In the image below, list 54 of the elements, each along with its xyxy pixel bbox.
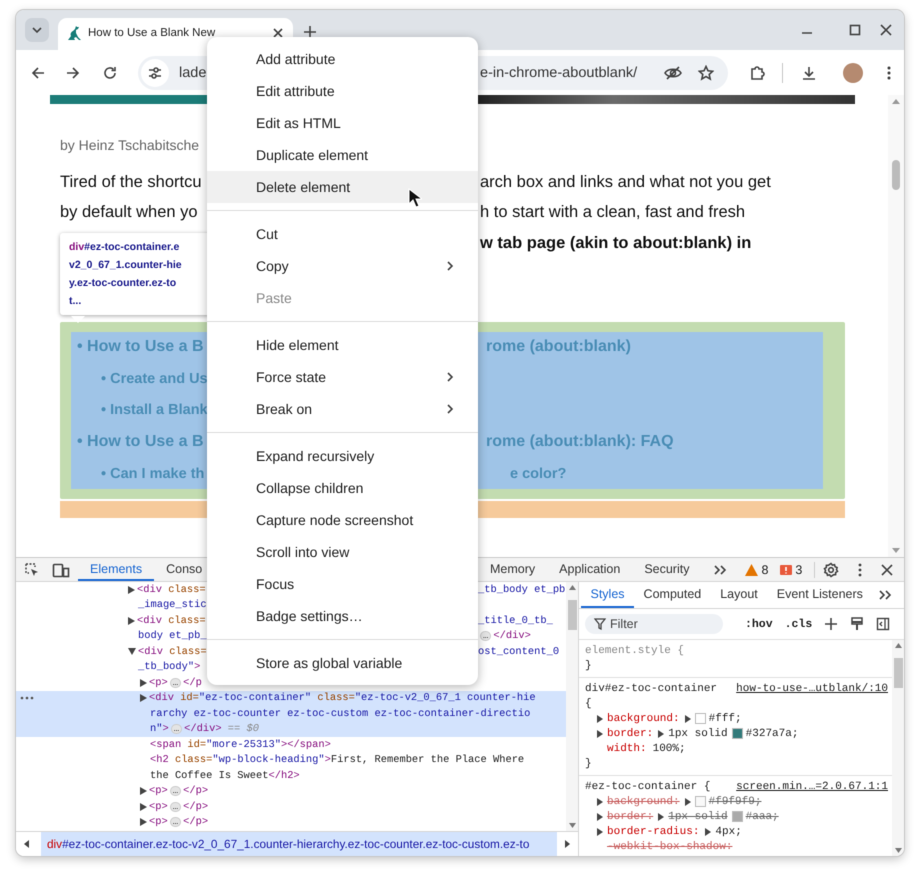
css-brace: } (585, 758, 592, 770)
css-property: background: (607, 712, 680, 724)
html-code: <p> (149, 800, 168, 813)
body-text: arch box and links and what not you get (480, 172, 771, 192)
css-value: 100%; (652, 742, 686, 754)
html-code: n"> (150, 723, 169, 736)
html-code: </div> (493, 630, 531, 642)
css-property: border: (607, 810, 654, 822)
html-code: <div class= (137, 614, 206, 627)
css-property: background: (607, 796, 680, 808)
body-text: h to start with a clean, fast and fresh (480, 203, 746, 222)
html-code: <p> (149, 785, 168, 798)
html-code: body et_pb_ (138, 630, 207, 642)
css-brace: { (585, 698, 592, 710)
html-code: </p> (183, 816, 208, 828)
html-code: </p (183, 676, 202, 689)
html-code: </p> (183, 800, 208, 813)
css-selector: #ez-toc-container { (585, 780, 710, 792)
html-code: <p> (149, 816, 168, 828)
warning-count: 8 (761, 562, 768, 576)
html-code: ost_content_0 (478, 646, 560, 658)
html-code: <div class= (137, 584, 206, 596)
css-value: #f9f9f9; (708, 796, 762, 808)
css-value: 4px; (715, 826, 742, 838)
body-text: Tired of the shortcu (60, 172, 202, 192)
html-code: </div> == $0 (184, 723, 259, 736)
css-property: border-radius: (607, 826, 700, 838)
html-code: <div id="ez-toc-container" class="ez-toc-v2_0_67_1 counter-hie (149, 692, 536, 704)
css-property: border: (607, 728, 654, 740)
html-code: </p> (183, 785, 208, 798)
css-value: 1px solid (668, 810, 728, 822)
html-code: <p> (149, 676, 168, 689)
css-value: #fff; (708, 712, 742, 724)
html-code: _tb_body et_pb (478, 584, 566, 596)
html-code: _tb_body"> (138, 661, 200, 674)
css-property: width: (607, 742, 647, 754)
css-selector: div#ez-toc-container (585, 682, 718, 694)
body-text: by default when yo (60, 203, 198, 222)
css-value: #327a7a; (746, 728, 798, 740)
html-code: _title_0_tb_ (478, 614, 553, 627)
css-property: -webkit-box-shadow: (607, 840, 732, 852)
author-byline: by Heinz Tschabitsche (60, 137, 200, 153)
html-code: <h2 class="wp-block-heading">First, Remember the Place Where (150, 754, 524, 766)
error-count: 3 (795, 562, 802, 576)
html-code: _image_stic (138, 599, 207, 612)
css-value: #aaa; (746, 810, 779, 822)
css-brace: } (585, 660, 592, 672)
html-code: <div class= (138, 646, 207, 658)
html-code: <span id="more-25313"></span> (150, 738, 331, 751)
html-code: rarchy ez-toc-counter ez-toc-custom ez-toc-container-directio (150, 708, 530, 720)
css-selector: element.style { (585, 644, 684, 656)
body-text: w tab page (akin to about:blank) in (480, 234, 752, 253)
html-code: the Coffee Is Sweet</h2> (150, 770, 300, 782)
css-value: 1px solid (668, 728, 728, 740)
